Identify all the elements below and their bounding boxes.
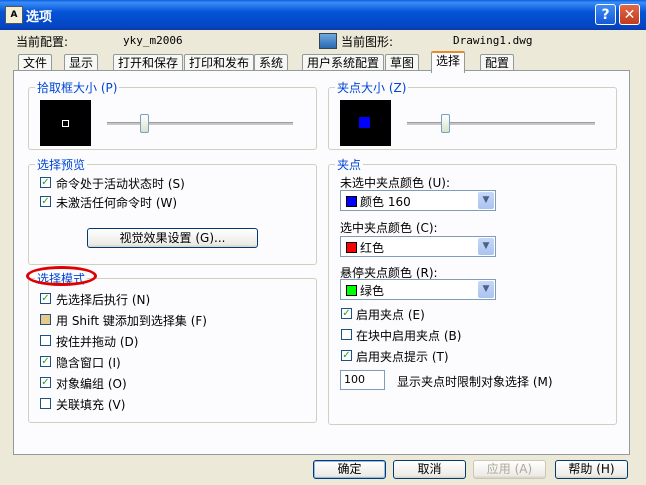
selected-grip-color-select[interactable]: 红色 ▼ xyxy=(340,236,496,257)
tab-files[interactable]: 文件 xyxy=(18,54,53,71)
grips-in-blocks-checkbox[interactable] xyxy=(341,329,352,340)
grip-square xyxy=(359,117,370,128)
grip-slider-thumb[interactable] xyxy=(441,114,450,133)
grips-title: 夹点 xyxy=(335,156,364,173)
preview-inactive-checkbox[interactable]: ✓ xyxy=(40,196,51,207)
chevron-down-icon[interactable]: ▼ xyxy=(478,281,494,298)
color-swatch xyxy=(346,196,357,207)
drawing-icon xyxy=(319,33,337,49)
shift-add-checkbox[interactable] xyxy=(40,314,51,325)
unselected-grip-color-select[interactable]: 颜色 160 ▼ xyxy=(340,190,496,211)
help-button[interactable]: 帮助 (H) xyxy=(555,460,628,479)
associative-hatch-label: 关联填充 (V) xyxy=(56,398,126,412)
current-config-label: 当前配置: xyxy=(16,35,69,49)
tab-profiles[interactable]: 配置 xyxy=(480,54,515,71)
tab-user-preferences[interactable]: 用户系统配置 xyxy=(302,54,385,71)
object-grouping-label: 对象编组 (O) xyxy=(56,377,127,391)
apply-button[interactable]: 应用 (A) xyxy=(473,460,546,479)
tab-display[interactable]: 显示 xyxy=(64,54,99,71)
tab-plot-publish[interactable]: 打印和发布 xyxy=(184,54,255,71)
tab-system[interactable]: 系统 xyxy=(254,54,289,71)
preview-active-label: 命令处于活动状态时 (S) xyxy=(56,177,185,191)
help-title-button[interactable]: ? xyxy=(595,4,616,25)
window-title: 选项 xyxy=(26,10,53,25)
pickbox-size-title: 拾取框大小 (P) xyxy=(35,79,120,96)
press-drag-label: 按住并拖动 (D) xyxy=(56,335,139,349)
noun-verb-checkbox[interactable]: ✓ xyxy=(40,293,51,304)
enable-grips-checkbox[interactable]: ✓ xyxy=(341,308,352,319)
current-drawing-value: Drawing1.dwg xyxy=(453,34,533,47)
grip-tips-label: 启用夹点提示 (T) xyxy=(356,350,449,364)
color-swatch xyxy=(346,242,357,253)
current-drawing-label: 当前图形: xyxy=(341,35,394,49)
press-drag-checkbox[interactable] xyxy=(40,335,51,346)
grip-preview xyxy=(340,100,391,146)
preview-active-checkbox[interactable]: ✓ xyxy=(40,177,51,188)
grip-tips-checkbox[interactable]: ✓ xyxy=(341,350,352,361)
grips-in-blocks-label: 在块中启用夹点 (B) xyxy=(356,329,462,343)
pickbox-slider-thumb[interactable] xyxy=(140,114,149,133)
tab-drafting[interactable]: 草图 xyxy=(385,54,420,71)
grip-limit-input[interactable]: 100 xyxy=(340,370,385,390)
current-config-value: yky_m2006 xyxy=(123,34,183,47)
ok-button[interactable]: 确定 xyxy=(313,460,386,479)
implied-window-label: 隐含窗口 (I) xyxy=(56,356,121,370)
selection-preview-title: 选择预览 xyxy=(35,156,88,173)
close-button[interactable]: ✕ xyxy=(619,4,640,25)
annotation-ellipse xyxy=(26,266,97,286)
grip-slider-track[interactable] xyxy=(407,122,595,126)
enable-grips-label: 启用夹点 (E) xyxy=(356,308,425,322)
tab-selection[interactable]: 选择 xyxy=(431,51,466,73)
hover-grip-color-select[interactable]: 绿色 ▼ xyxy=(340,279,496,300)
unselected-grip-color-label: 未选中夹点颜色 (U): xyxy=(340,176,451,190)
shift-add-label: 用 Shift 键添加到选择集 (F) xyxy=(56,314,207,328)
chevron-down-icon[interactable]: ▼ xyxy=(478,238,494,255)
selected-grip-color-value: 红色 xyxy=(360,241,385,255)
grip-size-title: 夹点大小 (Z) xyxy=(335,79,409,96)
hover-grip-color-value: 绿色 xyxy=(360,284,385,298)
cancel-button[interactable]: 取消 xyxy=(393,460,466,479)
title-bar: A 选项 ? ✕ xyxy=(0,0,646,30)
object-grouping-checkbox[interactable]: ✓ xyxy=(40,377,51,388)
associative-hatch-checkbox[interactable] xyxy=(40,398,51,409)
pickbox-preview xyxy=(40,100,91,146)
visual-effects-button[interactable]: 视觉效果设置 (G)... xyxy=(87,228,258,248)
pickbox-slider-track[interactable] xyxy=(107,122,293,126)
selected-grip-color-label: 选中夹点颜色 (C): xyxy=(340,221,438,235)
chevron-down-icon[interactable]: ▼ xyxy=(478,192,494,209)
noun-verb-label: 先选择后执行 (N) xyxy=(56,293,151,307)
implied-window-checkbox[interactable]: ✓ xyxy=(40,356,51,367)
unselected-grip-color-value: 颜色 160 xyxy=(360,195,411,209)
color-swatch xyxy=(346,285,357,296)
preview-inactive-label: 未激活任何命令时 (W) xyxy=(56,196,178,210)
pickbox-square xyxy=(62,120,69,127)
grip-limit-label: 显示夹点时限制对象选择 (M) xyxy=(397,375,553,389)
autocad-icon: A xyxy=(5,6,23,24)
tab-open-save[interactable]: 打开和保存 xyxy=(113,54,184,71)
